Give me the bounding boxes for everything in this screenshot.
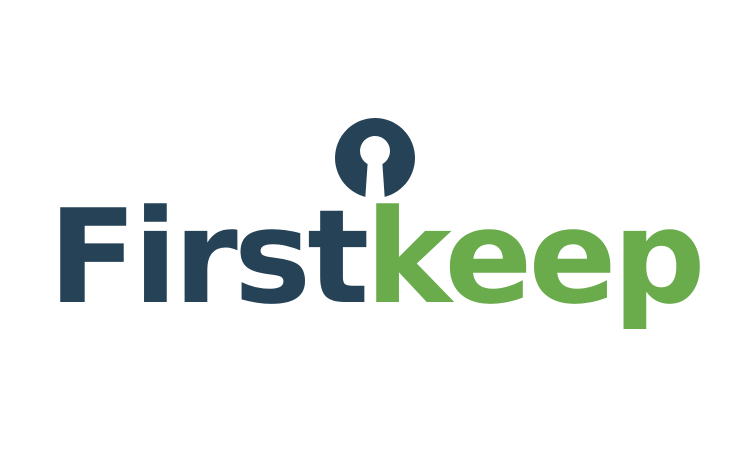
brand-name-keep: keep: [365, 181, 705, 333]
brand-wordmark: Firstkeep: [0, 192, 750, 322]
brand-name-first: First: [48, 181, 369, 333]
logo-canvas: Firstkeep: [0, 0, 750, 450]
